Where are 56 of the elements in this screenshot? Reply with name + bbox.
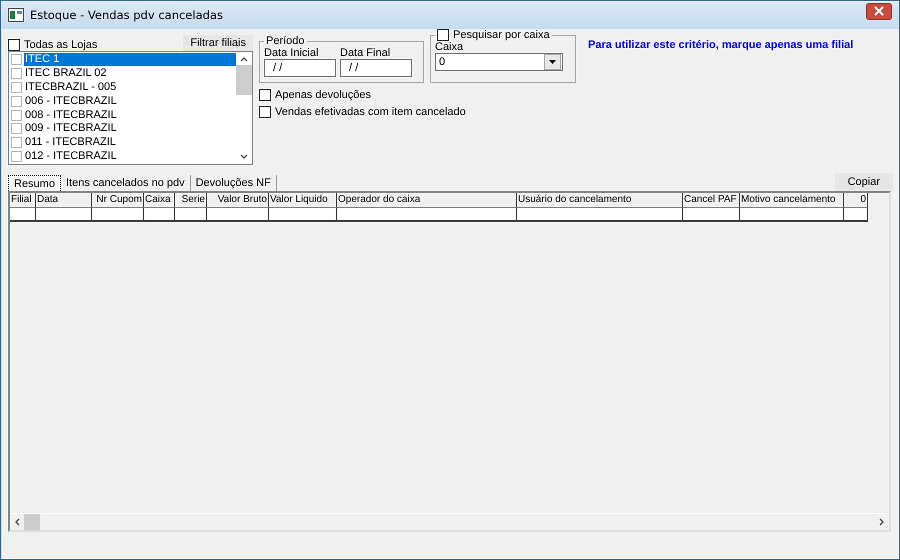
column-header[interactable]: 0 xyxy=(844,193,868,208)
checkbox-label: Todas as Lojas xyxy=(24,39,98,51)
checkbox-label: Apenas devoluções xyxy=(275,89,372,101)
list-item[interactable]: 012 - ITECBRAZIL xyxy=(24,150,236,163)
checkbox[interactable] xyxy=(11,137,22,148)
list-item[interactable]: 008 - ITECBRAZIL xyxy=(24,108,236,122)
column-header[interactable]: Valor Bruto xyxy=(207,193,269,208)
field-label: Data Inicial xyxy=(264,47,320,59)
window-title: Estoque - Vendas pdv canceladas xyxy=(30,8,224,22)
checkbox-label: Pesquisar por caixa xyxy=(453,29,550,41)
column-header[interactable]: Operador do caixa xyxy=(337,193,517,208)
close-icon xyxy=(874,6,884,16)
column-header[interactable]: Usuário do cancelamento xyxy=(517,193,683,208)
scroll-thumb[interactable] xyxy=(236,65,252,95)
tab[interactable]: Resumo xyxy=(8,175,61,191)
group-title: Período xyxy=(265,35,306,47)
checkbox[interactable] xyxy=(8,39,20,51)
checkbox[interactable] xyxy=(11,150,22,162)
field-label: Data Final xyxy=(340,47,392,59)
date-field[interactable]: / / xyxy=(264,59,336,77)
list-item[interactable]: 009 - ITECBRAZIL xyxy=(24,122,236,136)
dropdown-arrow-icon xyxy=(549,60,556,64)
checkbox[interactable] xyxy=(11,123,22,134)
copy-button[interactable]: Copiar xyxy=(834,173,893,191)
checkbox[interactable] xyxy=(11,54,22,66)
table-row[interactable] xyxy=(10,208,868,222)
column-header[interactable]: Serie xyxy=(175,193,207,208)
scroll-thumb[interactable] xyxy=(24,514,40,530)
column-header[interactable]: Motivo cancelamento xyxy=(740,193,844,208)
column-header[interactable]: Filial xyxy=(10,193,36,208)
filter-button[interactable]: Filtrar filiais xyxy=(183,35,253,51)
field-label: Caixa xyxy=(435,41,464,53)
checkbox[interactable] xyxy=(11,68,22,80)
hint-text: Para utilizar este critério, marque apenas uma filial xyxy=(587,38,854,53)
list-item[interactable]: 011 - ITECBRAZIL xyxy=(24,136,236,150)
list-item[interactable]: ITEC 1 xyxy=(24,53,236,66)
column-header[interactable]: Nr Cupom xyxy=(92,193,144,208)
app-icon xyxy=(8,8,24,22)
column-header[interactable]: Cancel PAF xyxy=(683,193,740,208)
list-item[interactable]: ITECBRAZIL - 005 xyxy=(24,80,236,94)
checkbox[interactable] xyxy=(259,106,271,118)
column-header[interactable]: Data xyxy=(36,193,92,208)
checkbox[interactable] xyxy=(437,29,449,41)
list-item[interactable]: ITEC BRAZIL 02 xyxy=(24,67,236,80)
date-field[interactable]: / / xyxy=(340,59,412,77)
checkbox[interactable] xyxy=(11,96,22,107)
checkbox-label: Vendas efetivadas com item cancelado xyxy=(275,106,466,118)
scrollbar[interactable] xyxy=(10,513,889,530)
checkbox[interactable] xyxy=(11,82,22,93)
checkbox[interactable] xyxy=(259,89,271,101)
cash-dropdown[interactable]: 0 xyxy=(435,53,563,71)
close-button[interactable] xyxy=(866,2,892,20)
checkbox[interactable] xyxy=(11,110,22,121)
list-item[interactable]: 006 - ITECBRAZIL xyxy=(24,94,236,108)
column-header[interactable]: Caixa xyxy=(144,193,175,208)
column-header[interactable]: Valor Liquido xyxy=(269,193,337,208)
